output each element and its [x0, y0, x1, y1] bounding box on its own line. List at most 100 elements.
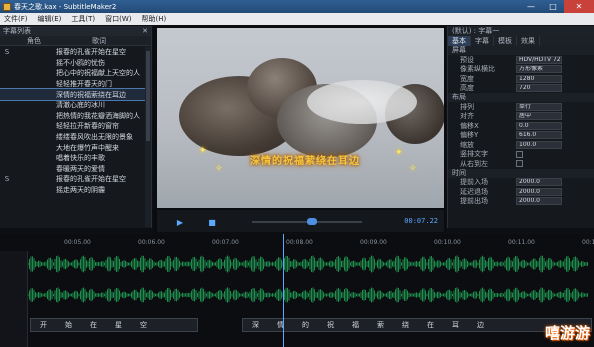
- block-char: 福: [352, 321, 359, 329]
- col-lyrics[interactable]: 歌词: [54, 36, 144, 45]
- property-checkbox[interactable]: [516, 160, 523, 168]
- menu-file[interactable]: 文件(F): [4, 14, 28, 24]
- property-checkbox[interactable]: [516, 150, 523, 158]
- current-time: 00:07.22: [404, 217, 438, 225]
- tab-effect[interactable]: 效果: [517, 36, 540, 46]
- property-row: 预设 HDV/HDTV 720: [448, 55, 594, 65]
- property-value[interactable]: 1280: [516, 74, 562, 83]
- stop-button[interactable]: ■: [205, 216, 219, 228]
- tab-template[interactable]: 模板: [494, 36, 517, 46]
- row-text: 深情的祝福萦绕在耳边: [56, 90, 126, 99]
- property-value[interactable]: 2000.0: [516, 178, 562, 187]
- property-label: 像素纵横比: [460, 65, 495, 74]
- property-value[interactable]: 100.0: [516, 140, 562, 149]
- property-row: 高度 720: [448, 84, 594, 94]
- property-value[interactable]: 2000.0: [516, 197, 562, 206]
- subtitle-row[interactable]: 大地在爆竹声中醒来: [0, 142, 145, 153]
- property-label: 延迟退场: [460, 187, 488, 196]
- subtitle-row[interactable]: S 报春的孔雀开始在星空: [0, 47, 145, 58]
- col-role[interactable]: 角色: [14, 36, 54, 45]
- col-mark[interactable]: [0, 36, 14, 45]
- property-value[interactable]: 单行: [516, 102, 562, 111]
- property-label: 排列: [460, 102, 474, 111]
- subtitle-row[interactable]: S 报春的孔雀开始在星空: [0, 174, 145, 185]
- property-label: 缩放: [460, 140, 474, 149]
- tab-basic[interactable]: 基本: [448, 36, 471, 46]
- panel-title: 字幕列表: [3, 27, 31, 35]
- video-preview: ✦ ✧ ✦ ✧ 深情的祝福萦绕在耳边 ▶ ■ 00:07.22: [153, 26, 446, 233]
- property-row: 从右到左: [448, 159, 594, 169]
- subtitle-overlay: 深情的祝福萦绕在耳边: [250, 156, 360, 167]
- property-row: 提前入场 2000.0: [448, 178, 594, 188]
- property-row: 宽度 1280: [448, 74, 594, 84]
- menu-edit[interactable]: 编辑(E): [38, 14, 62, 24]
- row-text: 报春的孔雀开始在星空: [56, 48, 126, 57]
- slider-knob[interactable]: [307, 218, 317, 225]
- ruler-tick: 00:05.00: [64, 239, 91, 246]
- close-button[interactable]: ✕: [564, 0, 594, 13]
- playback-controls: ▶ ■ 00:07.22: [157, 210, 444, 232]
- property-row: 对齐 居中: [448, 112, 594, 122]
- subtitle-row[interactable]: 摇不小鸥的忧伤: [0, 58, 145, 69]
- properties-body: 屏幕 预设 HDV/HDTV 720 像素纵横比 方形像素 宽度 1280 高度 720 布局 排列…: [448, 46, 594, 206]
- property-label: 预设: [460, 55, 474, 64]
- subtitle-row[interactable]: 轻轻推开春天的门: [0, 79, 145, 90]
- audio-waveform[interactable]: [28, 251, 588, 311]
- row-text: 春暖两天的爱情: [56, 164, 105, 173]
- property-row: 偏移Y 616.0: [448, 131, 594, 141]
- block-char: 萦: [377, 321, 384, 329]
- property-value[interactable]: 方形像素: [516, 65, 562, 74]
- close-icon[interactable]: ✕: [142, 27, 148, 35]
- subtitle-block[interactable]: 深情的祝福萦绕在耳边: [242, 318, 592, 332]
- property-label: 提前出场: [460, 197, 488, 206]
- menu-help[interactable]: 帮助(H): [142, 14, 167, 24]
- subtitle-row[interactable]: 摇走两天的阴霾: [0, 185, 145, 196]
- playhead[interactable]: [283, 234, 284, 347]
- timeline: 00:05.00 00:06.00 00:07.00 00:08.00 00:09.00…: [0, 234, 594, 347]
- maximize-button[interactable]: □: [542, 0, 564, 13]
- block-char: 耳: [452, 321, 459, 329]
- row-text: 轻轻拉开新春的窗帘: [56, 122, 119, 131]
- property-value[interactable]: 616.0: [516, 131, 562, 140]
- app-window: 春天之歌.kax - SubtitleMaker2 — □ ✕ 文件(F) 编辑…: [0, 0, 594, 347]
- property-row: 缩放 100.0: [448, 140, 594, 150]
- subtitle-track[interactable]: 开始在星空 深情的祝福萦绕在耳边: [28, 318, 592, 334]
- subtitle-row[interactable]: 缕缕春风吹出无限的景象: [0, 132, 145, 143]
- window-controls: — □ ✕: [520, 0, 594, 13]
- ruler-tick: 00:06.00: [138, 239, 165, 246]
- menu-tools[interactable]: 工具(T): [71, 14, 95, 24]
- property-row: 像素纵横比 方形像素: [448, 65, 594, 75]
- scroll-thumb[interactable]: [146, 51, 150, 141]
- property-label: 竖排文字: [460, 150, 488, 159]
- subtitle-row[interactable]: 唱着快乐的丰歌: [0, 153, 145, 164]
- minimize-button[interactable]: —: [520, 0, 542, 13]
- block-char: 开: [40, 321, 47, 329]
- property-value[interactable]: HDV/HDTV 720: [516, 55, 562, 64]
- property-value[interactable]: 720: [516, 84, 562, 93]
- property-value[interactable]: 居中: [516, 112, 562, 121]
- section-header[interactable]: 布局: [448, 93, 594, 102]
- row-text: 报春的孔雀开始在星空: [56, 175, 126, 184]
- properties-tabs: 基本 字幕 模板 效果: [448, 36, 594, 46]
- scrollbar[interactable]: [145, 47, 151, 227]
- subtitle-row[interactable]: 春暖两天的爱情: [0, 164, 145, 175]
- property-value[interactable]: 2000.0: [516, 187, 562, 196]
- section-header[interactable]: 时间: [448, 168, 594, 178]
- menu-window[interactable]: 窗口(W): [105, 14, 131, 24]
- section-header[interactable]: 屏幕: [448, 46, 594, 55]
- subtitle-row[interactable]: 深情的祝福萦绕在耳边: [0, 88, 146, 101]
- block-char: 边: [477, 321, 484, 329]
- property-value[interactable]: 0.0: [516, 121, 562, 130]
- subtitle-row[interactable]: 轻轻拉开新春的窗帘: [0, 121, 145, 132]
- time-ruler[interactable]: 00:05.00 00:06.00 00:07.00 00:08.00 00:09.00…: [28, 239, 594, 251]
- subtitle-row[interactable]: 把心中的祝福献上天空的人: [0, 68, 145, 79]
- block-char: 祝: [327, 321, 334, 329]
- watermark: 嘻游游: [544, 324, 590, 342]
- tab-subtitle[interactable]: 字幕: [471, 36, 494, 46]
- block-char: 深: [252, 321, 259, 329]
- subtitle-row[interactable]: 把热情的我花瓣洒海脚的人: [0, 111, 145, 122]
- subtitle-row[interactable]: 清澈心底的冰川: [0, 100, 145, 111]
- play-button[interactable]: ▶: [173, 216, 187, 228]
- subtitle-block[interactable]: 开始在星空: [30, 318, 198, 332]
- video-frame[interactable]: ✦ ✧ ✦ ✧ 深情的祝福萦绕在耳边: [157, 28, 444, 208]
